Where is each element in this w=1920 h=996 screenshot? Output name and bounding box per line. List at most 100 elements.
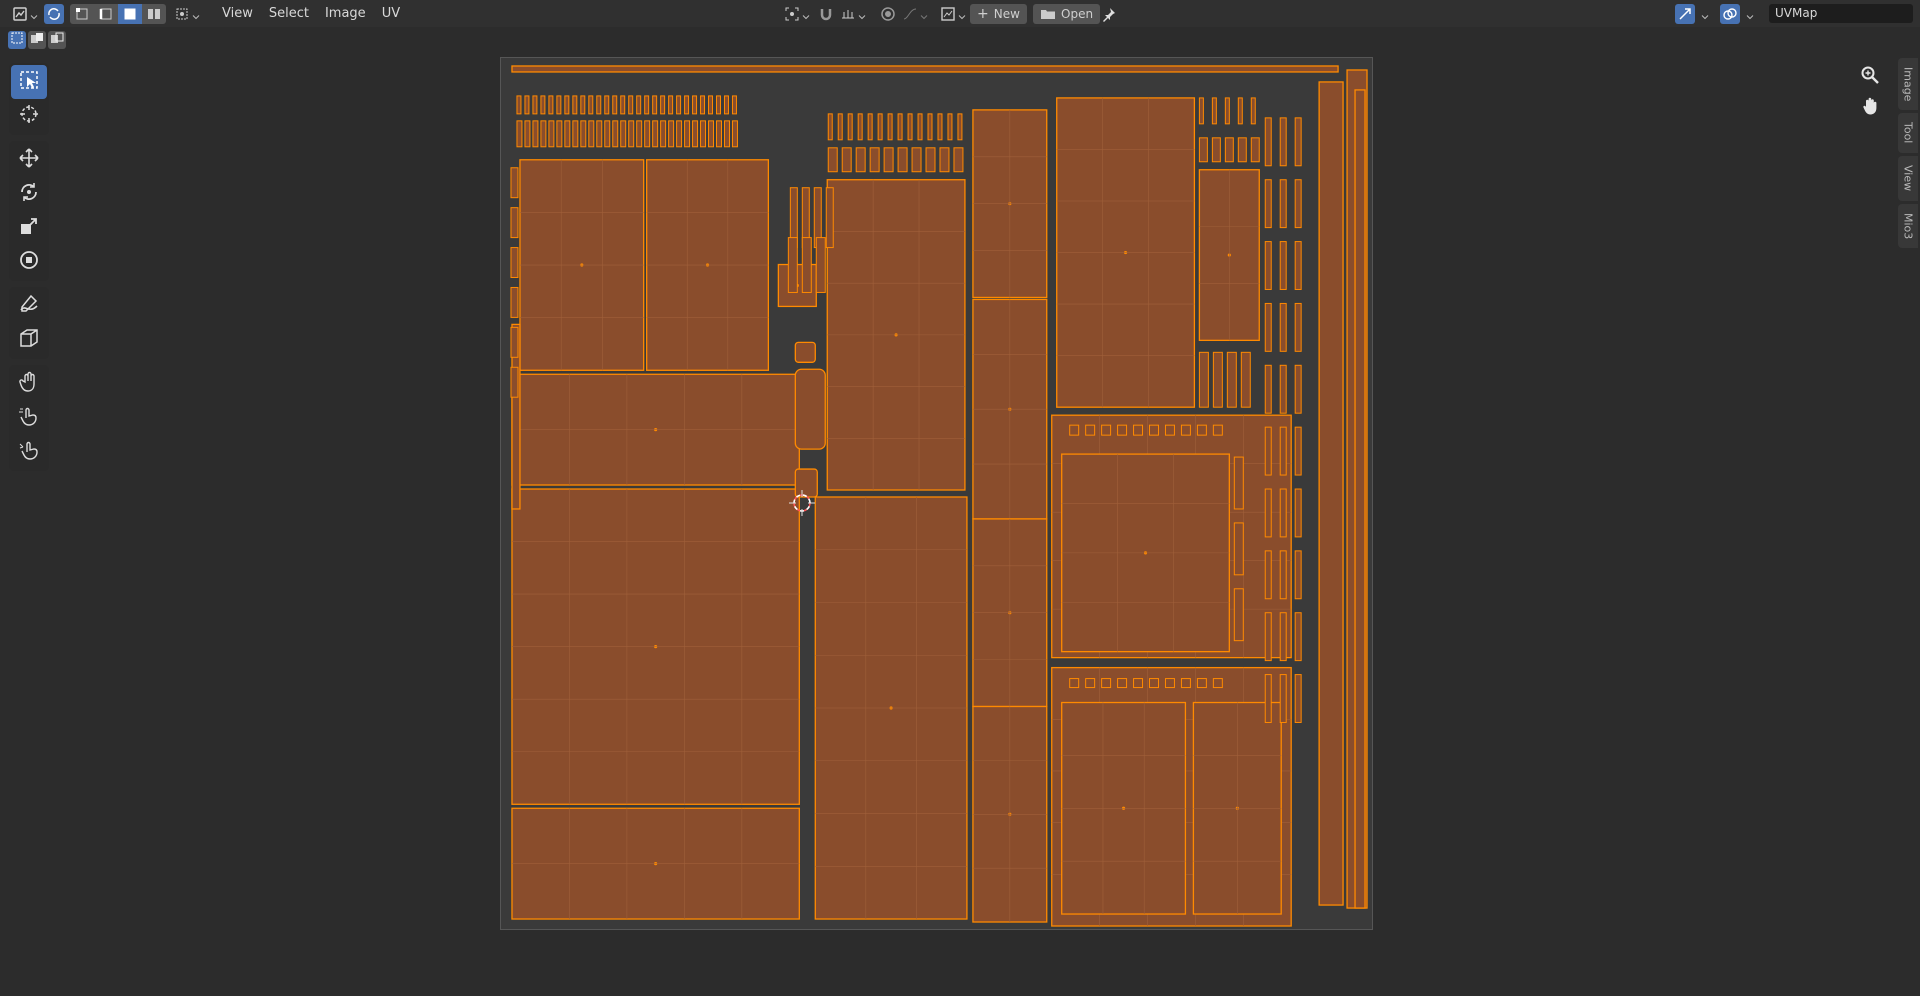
uv-island[interactable]	[636, 120, 643, 148]
snap-toggle-button[interactable]	[816, 4, 836, 24]
uv-island[interactable]	[1354, 89, 1366, 909]
uv-island[interactable]	[1294, 179, 1302, 229]
uv-island[interactable]	[867, 113, 873, 141]
uv-island[interactable]	[897, 113, 903, 141]
tool-annotate[interactable]	[11, 289, 47, 323]
uv-island[interactable]	[1233, 456, 1244, 510]
uv-island[interactable]	[620, 120, 627, 148]
select-new-button[interactable]	[8, 31, 26, 49]
uv-island[interactable]	[855, 147, 866, 173]
uv-island[interactable]	[524, 95, 530, 115]
menu-uv[interactable]: UV	[374, 4, 408, 24]
uv-island[interactable]	[708, 120, 715, 148]
uv-island[interactable]	[857, 113, 863, 141]
uv-island[interactable]	[1085, 424, 1096, 436]
uv-island[interactable]	[1085, 678, 1096, 689]
uv-island[interactable]	[604, 120, 611, 148]
uv-island[interactable]	[708, 95, 714, 115]
menu-select[interactable]: Select	[261, 4, 317, 24]
uv-island[interactable]	[532, 95, 538, 115]
uv-island[interactable]	[1212, 351, 1223, 408]
uv-island[interactable]	[847, 113, 853, 141]
proportional-editing-button[interactable]	[878, 4, 898, 24]
uv-island[interactable]	[877, 113, 883, 141]
uv-island[interactable]	[684, 120, 691, 148]
pan-view-button[interactable]	[1857, 95, 1883, 121]
tool-rotate[interactable]	[11, 177, 47, 211]
uv-island[interactable]	[1279, 488, 1287, 538]
uv-island[interactable]	[1198, 137, 1208, 163]
uv-island[interactable]	[1264, 550, 1272, 600]
overlay-toggle-button[interactable]	[1720, 4, 1740, 24]
uv-island[interactable]	[1233, 588, 1244, 642]
uv-island[interactable]	[548, 95, 554, 115]
uv-island[interactable]	[794, 368, 826, 450]
uv-island[interactable]	[636, 95, 642, 115]
uv-island[interactable]	[1101, 678, 1112, 689]
uv-island[interactable]	[1294, 302, 1302, 352]
uv-island[interactable]	[620, 95, 626, 115]
uv-island[interactable]	[1149, 424, 1159, 436]
overlay-dropdown[interactable]	[1742, 4, 1756, 24]
uv-island[interactable]	[716, 95, 721, 115]
uv-island[interactable]	[644, 95, 650, 115]
uv-island[interactable]	[580, 95, 586, 115]
browse-image-button[interactable]	[938, 4, 968, 24]
uv-island[interactable]	[588, 120, 595, 148]
uv-island[interactable]	[801, 237, 812, 293]
uv-island[interactable]	[1164, 424, 1175, 436]
uv-island[interactable]	[692, 120, 699, 148]
uv-island[interactable]	[1240, 351, 1251, 408]
uv-island[interactable]	[1069, 424, 1080, 436]
edge-select-button[interactable]	[94, 4, 118, 24]
uv-island[interactable]	[548, 120, 555, 148]
tool-select-box[interactable]	[11, 65, 47, 99]
uv-island[interactable]	[580, 120, 587, 148]
open-image-button[interactable]: Open	[1033, 4, 1101, 24]
face-select-button[interactable]	[118, 3, 142, 24]
uv-island[interactable]	[1264, 364, 1272, 414]
uv-island[interactable]	[564, 120, 571, 148]
uv-island[interactable]	[572, 120, 579, 148]
vertex-select-button[interactable]	[70, 4, 94, 24]
uv-island[interactable]	[660, 95, 666, 115]
falloff-button[interactable]	[900, 4, 930, 24]
uv-island[interactable]	[927, 113, 933, 141]
uv-island[interactable]	[644, 120, 651, 148]
uv-island[interactable]	[1117, 678, 1128, 689]
uv-island[interactable]	[841, 147, 852, 173]
sync-selection-button[interactable]	[44, 3, 64, 24]
uv-island[interactable]	[540, 95, 546, 115]
uv-island[interactable]	[676, 95, 682, 115]
uv-islands-layout[interactable]	[501, 58, 1372, 929]
tool-scale[interactable]	[11, 211, 47, 245]
uv-island[interactable]	[911, 147, 922, 173]
uv-island[interactable]	[787, 237, 798, 293]
uv-island[interactable]	[947, 113, 953, 141]
uv-island[interactable]	[668, 120, 675, 148]
uv-island[interactable]	[1264, 179, 1272, 229]
uv-island[interactable]	[1149, 678, 1159, 689]
uv-island[interactable]	[1318, 81, 1344, 906]
uv-island[interactable]	[1279, 426, 1287, 476]
uv-island[interactable]	[1279, 550, 1287, 600]
uv-island[interactable]	[827, 113, 833, 141]
uv-island[interactable]	[532, 120, 539, 148]
uv-island[interactable]	[1264, 612, 1272, 662]
uv-island[interactable]	[1294, 674, 1302, 723]
tool-cursor[interactable]	[11, 99, 47, 133]
uv-island[interactable]	[652, 120, 659, 148]
uv-island[interactable]	[1294, 488, 1302, 538]
uv-island[interactable]	[511, 65, 1339, 73]
uv-island[interactable]	[1196, 678, 1207, 689]
uv-island[interactable]	[700, 120, 707, 148]
new-image-button[interactable]: + New	[970, 4, 1027, 24]
uv-island[interactable]	[887, 113, 893, 141]
tool-transform[interactable]	[11, 245, 47, 279]
uv-island[interactable]	[1224, 97, 1230, 125]
select-subtract-button[interactable]	[48, 31, 66, 49]
uv-island[interactable]	[628, 95, 634, 115]
uv-island[interactable]	[1294, 426, 1302, 476]
uv-island[interactable]	[825, 187, 834, 249]
uv-island[interactable]	[1212, 678, 1223, 689]
